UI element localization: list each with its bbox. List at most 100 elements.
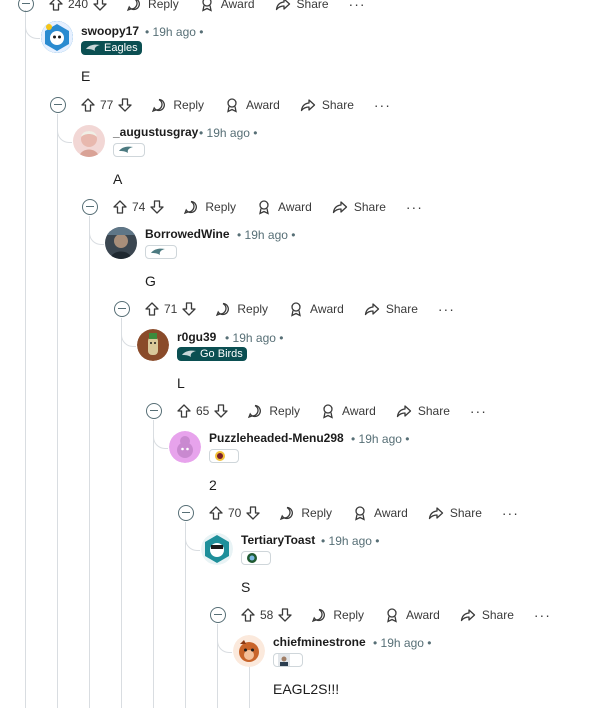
award-button[interactable]: Award: [384, 607, 440, 623]
username[interactable]: BorrowedWine: [145, 227, 230, 241]
downvote-icon[interactable]: [181, 301, 197, 317]
upvote-icon[interactable]: [48, 0, 64, 12]
comment-body: 2: [209, 477, 217, 493]
award-button[interactable]: Award: [320, 403, 376, 419]
award-button[interactable]: Award: [256, 199, 312, 215]
reply-button[interactable]: Reply: [215, 301, 268, 317]
thread-line: [249, 664, 250, 708]
more-options-button[interactable]: ···: [349, 0, 366, 12]
comment-body: E: [81, 68, 91, 84]
vote-control: 240: [48, 0, 108, 12]
more-options-button[interactable]: ···: [534, 607, 551, 623]
reply-button[interactable]: Reply: [183, 199, 236, 215]
collapse-button[interactable]: [146, 403, 162, 419]
comment-timestamp: • 19h ago •: [225, 331, 284, 345]
avatar[interactable]: [233, 635, 265, 667]
award-label: Award: [342, 404, 376, 418]
award-label: Award: [374, 506, 408, 520]
avatar[interactable]: [201, 533, 233, 565]
thread-curve: [185, 536, 200, 551]
reply-icon: [126, 0, 140, 12]
collapse-button[interactable]: [18, 0, 34, 12]
award-button[interactable]: Award: [199, 0, 255, 12]
vote-count: 70: [228, 506, 242, 520]
downvote-icon[interactable]: [245, 505, 261, 521]
username[interactable]: r0gu39: [177, 330, 216, 344]
award-button[interactable]: Award: [224, 97, 280, 113]
share-label: Share: [353, 200, 386, 214]
avatar[interactable]: [73, 125, 105, 157]
reply-label: Reply: [237, 302, 269, 316]
award-button[interactable]: Award: [288, 301, 344, 317]
avatar[interactable]: [169, 431, 201, 463]
more-options-button[interactable]: ···: [374, 97, 391, 113]
thread-line: [57, 114, 58, 708]
upvote-icon[interactable]: [240, 607, 256, 623]
share-icon: [275, 0, 290, 11]
user-flair: Go Birds: [177, 347, 247, 361]
share-button[interactable]: Share: [300, 97, 354, 113]
user-flair: [145, 245, 177, 259]
share-button[interactable]: Share: [428, 505, 482, 521]
collapse-button[interactable]: [210, 607, 226, 623]
avatar[interactable]: [137, 329, 169, 361]
username[interactable]: _augustusgray: [113, 125, 198, 139]
award-icon: [201, 0, 212, 12]
thread-curve: [89, 230, 104, 245]
avatar[interactable]: [41, 21, 73, 53]
comment-body: EAGL2S!!!: [273, 681, 340, 697]
avatar[interactable]: [105, 227, 137, 259]
player-photo-icon: [278, 654, 290, 666]
thread-line: [25, 10, 26, 708]
more-options-button[interactable]: ···: [502, 505, 519, 521]
share-button[interactable]: Share: [275, 0, 329, 12]
reply-label: Reply: [269, 404, 301, 418]
username[interactable]: TertiaryToast: [241, 533, 315, 547]
vote-control: 71: [144, 301, 197, 317]
collapse-button[interactable]: [50, 97, 66, 113]
upvote-icon[interactable]: [208, 505, 224, 521]
avatar-image: [201, 533, 233, 565]
user-flair: [241, 551, 271, 565]
user-flair: [113, 143, 145, 157]
share-button[interactable]: Share: [364, 301, 418, 317]
collapse-button[interactable]: [114, 301, 130, 317]
upvote-icon[interactable]: [176, 403, 192, 419]
reply-button[interactable]: Reply: [151, 97, 204, 113]
share-button[interactable]: Share: [460, 607, 514, 623]
avatar-image: [105, 227, 137, 259]
username[interactable]: chiefminestrone: [273, 635, 366, 649]
award-icon: [227, 98, 237, 113]
upvote-icon[interactable]: [144, 301, 160, 317]
share-label: Share: [449, 506, 482, 520]
username[interactable]: Puzzleheaded-Menu298: [209, 431, 344, 445]
reply-button[interactable]: Reply: [279, 505, 332, 521]
upvote-icon[interactable]: [80, 97, 96, 113]
collapse-button[interactable]: [178, 505, 194, 521]
downvote-icon[interactable]: [213, 403, 229, 419]
user-flair: [209, 449, 239, 463]
reply-icon: [248, 404, 262, 419]
downvote-icon[interactable]: [92, 0, 108, 12]
more-options-button[interactable]: ···: [470, 403, 487, 419]
comment-body: G: [145, 273, 156, 289]
award-label: Award: [246, 98, 280, 112]
more-options-button[interactable]: ···: [438, 301, 455, 317]
share-button[interactable]: Share: [332, 199, 386, 215]
downvote-icon[interactable]: [149, 199, 165, 215]
reply-button[interactable]: Reply: [126, 0, 179, 12]
more-options-button[interactable]: ···: [406, 199, 423, 215]
reply-button[interactable]: Reply: [247, 403, 300, 419]
downvote-icon[interactable]: [117, 97, 133, 113]
share-button[interactable]: Share: [396, 403, 450, 419]
award-button[interactable]: Award: [352, 505, 408, 521]
eagles-logo-icon: [86, 44, 100, 51]
avatar-image: [41, 21, 73, 53]
upvote-icon[interactable]: [112, 199, 128, 215]
thread-line: [89, 216, 90, 708]
reply-button[interactable]: Reply: [311, 607, 364, 623]
username[interactable]: swoopy17: [81, 24, 139, 38]
downvote-icon[interactable]: [277, 607, 293, 623]
collapse-button[interactable]: [82, 199, 98, 215]
comment-actions: 240 Reply Award Share ···: [18, 0, 366, 15]
